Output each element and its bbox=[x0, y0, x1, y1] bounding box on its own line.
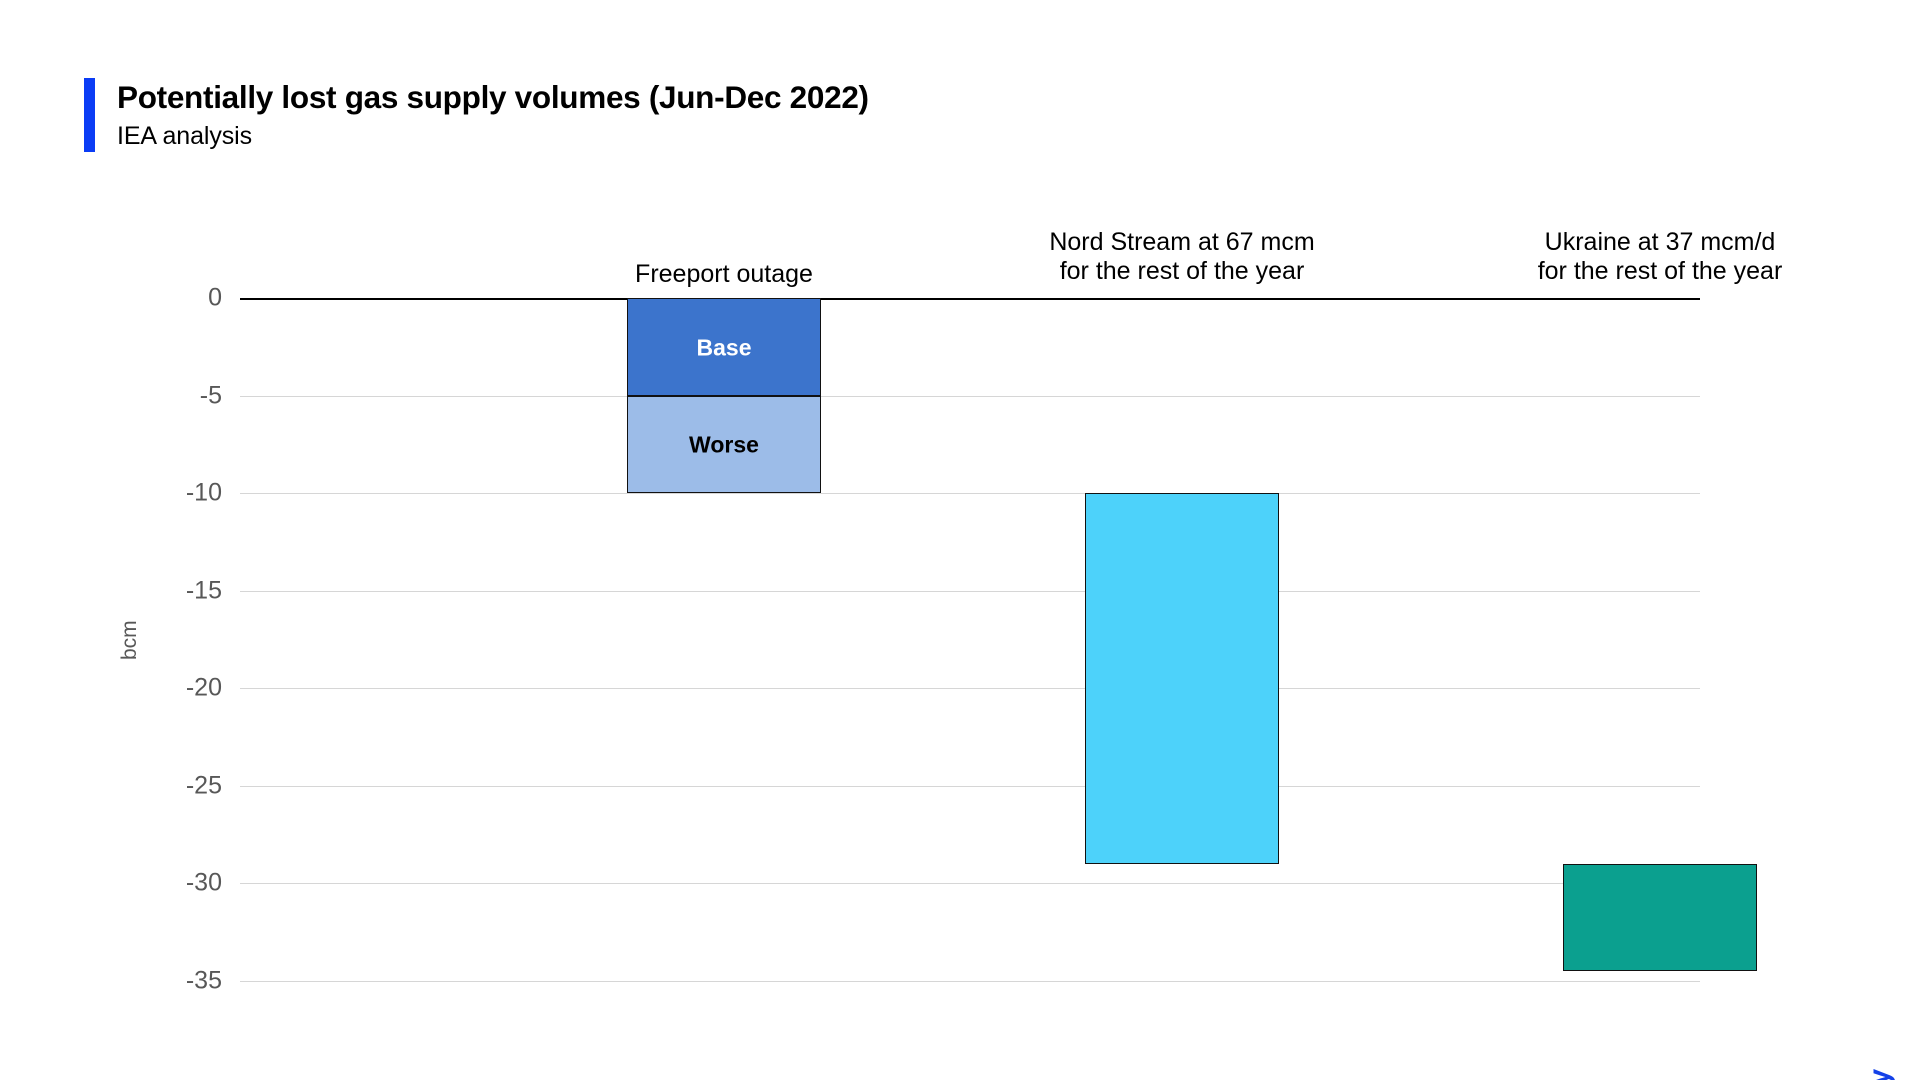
bar-segment-base[interactable]: Base bbox=[627, 298, 821, 396]
gridline bbox=[240, 883, 1700, 885]
y-axis-title: bcm bbox=[118, 620, 141, 660]
group-header-2: Nord Stream at 67 mcm for the rest of th… bbox=[1049, 228, 1315, 286]
y-axis-tick-label: 0 bbox=[208, 283, 222, 312]
y-axis-tick-label: -15 bbox=[185, 576, 222, 605]
y-axis-tick-label: -10 bbox=[185, 478, 222, 507]
bar-segment-label: Worse bbox=[689, 431, 759, 458]
y-axis-tick-label: -25 bbox=[185, 771, 222, 800]
plot-area: 0 -5 -10 -15 -20 -25 -30 -35 Base Worse bbox=[186, 284, 1757, 995]
bar-segment-ukraine[interactable] bbox=[1563, 863, 1757, 972]
bar-segment-worse[interactable]: Worse bbox=[627, 395, 821, 494]
chart-page: Potentially lost gas supply volumes (Jun… bbox=[0, 0, 1920, 1080]
gridline bbox=[240, 298, 1700, 300]
page-subtitle: IEA analysis bbox=[117, 122, 252, 151]
group-header-1: Freeport outage bbox=[635, 260, 813, 288]
iea-logo: International Energy Agency bbox=[1832, 1069, 1896, 1080]
chart-header: Potentially lost gas supply volumes (Jun… bbox=[84, 78, 869, 152]
y-axis-tick-label: -5 bbox=[199, 381, 222, 410]
group-header-3: Ukraine at 37 mcm/d for the rest of the … bbox=[1537, 228, 1783, 286]
page-title: Potentially lost gas supply volumes (Jun… bbox=[117, 79, 869, 115]
gridline bbox=[240, 493, 1700, 495]
gridline bbox=[240, 395, 1700, 397]
y-axis-tick-label: -30 bbox=[185, 868, 222, 897]
y-axis-tick-label: -35 bbox=[185, 966, 222, 995]
gridline bbox=[240, 688, 1700, 690]
gridline bbox=[240, 981, 1700, 982]
accent-bar bbox=[84, 78, 95, 152]
bar-segment-label: Base bbox=[696, 334, 752, 361]
bar-segment-nord-stream[interactable] bbox=[1085, 493, 1279, 864]
title-block: Potentially lost gas supply volumes (Jun… bbox=[117, 78, 869, 151]
y-axis-tick-label: -20 bbox=[185, 673, 222, 702]
gridline bbox=[240, 785, 1700, 787]
gridline bbox=[240, 590, 1700, 592]
